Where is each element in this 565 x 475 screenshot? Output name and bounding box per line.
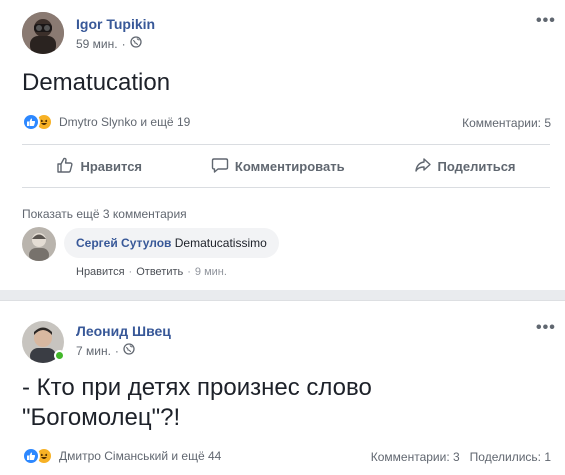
like-icon [22,447,40,465]
commenter-avatar[interactable] [22,227,56,261]
shares-count[interactable]: Поделились: 1 [470,450,551,464]
show-more-comments-link[interactable]: Показать ещё 3 комментария [22,207,187,221]
comment-like-link[interactable]: Нравится [76,266,125,278]
post-card-1: Igor Tupikin 59 мин. · ••• Dematucation … [0,0,565,290]
like-icon [22,113,40,131]
comment-time[interactable]: 9 мин. [195,266,227,278]
comments-count[interactable]: Комментарии: 5 [462,116,551,130]
reactions-summary[interactable]: Дмитро Сіманський и ещё 44 [22,447,221,465]
thumbs-up-icon [56,156,74,177]
author-avatar[interactable] [22,12,64,54]
feed-separator [0,290,565,300]
share-icon [414,156,432,177]
post-card-2: Леонид Швец 7 мин. · ••• - Кто при детях… [0,300,565,475]
post-meta: 7 мин. · [76,343,135,358]
post-meta: 59 мин. · [76,36,142,51]
comment-button[interactable]: Комментировать [211,156,345,177]
post-author-name[interactable]: Igor Tupikin [76,16,155,32]
comment-label: Комментировать [234,158,345,174]
post-options-button[interactable]: ••• [536,319,556,337]
post-text-line-1: - Кто при детях произнес слово [22,374,372,401]
globe-icon [129,36,142,51]
post-time[interactable]: 59 мин. [76,37,118,51]
comment-text: Dematucatissimo [174,236,267,250]
online-status-dot [54,350,65,361]
reactions-summary[interactable]: Dmytro Slynko и ещё 19 [22,113,190,131]
reactions-text: Дмитро Сіманський и ещё 44 [59,449,222,463]
comment-author[interactable]: Сергей Сутулов [76,236,171,250]
comment-reply-link[interactable]: Ответить [136,266,183,278]
share-label: Поделиться [437,158,516,174]
like-label: Нравится [80,158,143,174]
post-options-button[interactable]: ••• [536,12,556,30]
like-button[interactable]: Нравится [56,156,142,177]
post-text-line-2: "Богомолец"?! [22,404,181,431]
post-author-name[interactable]: Леонид Швец [76,323,171,339]
post-text: Dematucation [22,69,171,96]
comments-count[interactable]: Комментарии: 3 [371,450,460,464]
comment-icon [211,156,229,177]
reactions-text: Dmytro Slynko и ещё 19 [59,115,191,129]
globe-icon [123,343,135,358]
post-action-bar: Нравится Комментировать Поделиться [22,144,550,188]
comment-bubble: Сергей Сутулов Dematucatissimo [64,228,279,258]
share-button[interactable]: Поделиться [414,156,516,177]
post-time[interactable]: 7 мин. [76,344,111,358]
comment-actions: Нравится · Ответить · 9 мин. [76,266,227,278]
